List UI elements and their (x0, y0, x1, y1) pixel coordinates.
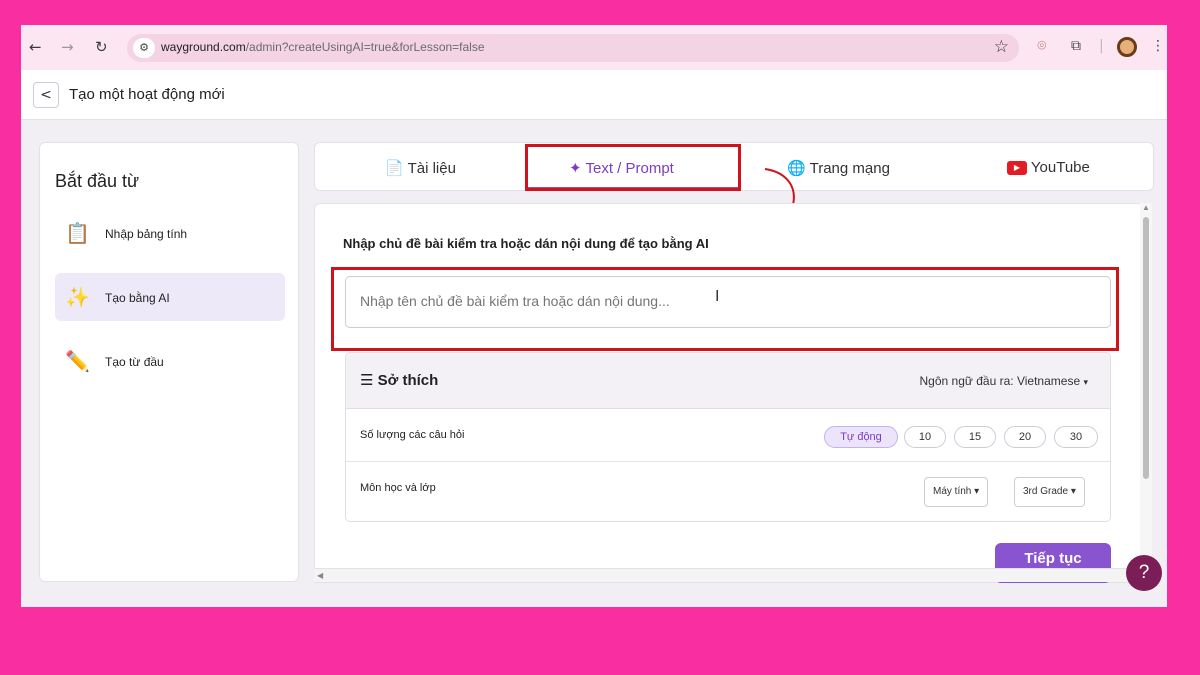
back-button[interactable]: < (33, 82, 59, 108)
prompt-label: Nhập chủ đề bài kiểm tra hoặc dán nội du… (343, 236, 709, 251)
profile-avatar[interactable] (1117, 37, 1137, 57)
scroll-left-arrow-icon[interactable]: ◀ (317, 571, 323, 580)
preferences-header: ☰ Sở thích Ngôn ngữ đầu ra: Vietnamese ▾ (346, 353, 1110, 409)
menu-kebab-icon[interactable]: ⋮ (1151, 38, 1165, 54)
preferences-title: ☰ Sở thích (360, 372, 439, 389)
highlight-box-input (331, 267, 1119, 351)
start-from-panel: Bắt đầu từ 📋 Nhập bảng tính ✨ Tạo bằng A… (39, 142, 299, 582)
output-language-select[interactable]: Ngôn ngữ đầu ra: Vietnamese ▾ (920, 374, 1088, 388)
subject-grade-label: Môn học và lớp (360, 482, 436, 494)
document-icon: 📄 (385, 160, 404, 177)
horizontal-scrollbar[interactable]: ◀ (314, 568, 1140, 582)
question-count-10[interactable]: 10 (904, 426, 946, 448)
option-import-spreadsheet[interactable]: 📋 Nhập bảng tính (55, 209, 285, 257)
scrollbar-thumb[interactable] (1143, 217, 1149, 479)
puzzle-icon[interactable]: ⧉ (1071, 38, 1081, 54)
forward-arrow-icon[interactable]: → (61, 38, 74, 56)
option-label: Tạo bằng AI (105, 291, 170, 305)
preferences-card: ☰ Sở thích Ngôn ngữ đầu ra: Vietnamese ▾… (345, 352, 1111, 522)
chevron-down-icon: ▾ (1083, 377, 1088, 387)
browser-toolbar: ← → ↻ ⚙ wayground.com/admin?createUsingA… (21, 25, 1167, 70)
site-info-icon[interactable]: ⚙ (133, 38, 155, 58)
scroll-up-arrow-icon[interactable]: ▲ (1142, 203, 1150, 212)
help-button[interactable]: ? (1126, 555, 1162, 591)
clipboard-icon: 📋 (65, 223, 90, 245)
caret-down-icon: ▾ (1070, 486, 1076, 497)
start-from-heading: Bắt đầu từ (55, 171, 140, 191)
sparkle-icon: ✨ (65, 287, 90, 309)
address-bar[interactable]: ⚙ wayground.com/admin?createUsingAI=true… (127, 34, 1019, 62)
grade-select[interactable]: 3rd Grade ▾ (1014, 477, 1085, 507)
option-label: Tạo từ đầu (105, 355, 164, 369)
tab-youtube[interactable]: ▶ YouTube (1007, 159, 1090, 176)
subject-select[interactable]: Máy tính ▾ (924, 477, 989, 507)
question-count-label: Số lượng các câu hỏi (360, 429, 465, 441)
option-create-with-ai[interactable]: ✨ Tạo bằng AI (55, 273, 285, 321)
url-text[interactable]: wayground.com/admin?createUsingAI=true&f… (161, 40, 485, 54)
subject-grade-row: Môn học và lớp Máy tính ▾ 3rd Grade ▾ (346, 462, 1110, 515)
back-arrow-icon[interactable]: ← (29, 38, 42, 56)
page-title: Tạo một hoạt động mới (69, 86, 225, 103)
ai-prompt-panel: Nhập chủ đề bài kiểm tra hoặc dán nội du… (314, 203, 1144, 583)
youtube-icon: ▶ (1007, 161, 1027, 176)
extension-icon[interactable]: ◎ (1037, 38, 1047, 51)
question-count-15[interactable]: 15 (954, 426, 996, 448)
page-header: < Tạo một hoạt động mới (21, 70, 1167, 120)
option-create-from-scratch[interactable]: ✏️ Tạo từ đầu (55, 337, 285, 385)
sliders-icon: ☰ (360, 372, 374, 389)
question-count-20[interactable]: 20 (1004, 426, 1046, 448)
option-label: Nhập bảng tính (105, 227, 188, 241)
pencil-icon: ✏️ (65, 351, 90, 373)
vertical-scrollbar[interactable]: ▲ (1140, 203, 1152, 583)
browser-window: ← → ↻ ⚙ wayground.com/admin?createUsingA… (21, 25, 1167, 607)
bookmark-star-icon[interactable]: ☆ (994, 37, 1009, 57)
question-count-auto[interactable]: Tự động (824, 426, 898, 448)
toolbar-divider: | (1099, 38, 1104, 54)
question-count-30[interactable]: 30 (1054, 426, 1098, 448)
highlight-box-tab (525, 144, 741, 191)
question-count-row: Số lượng các câu hỏi Tự động 10 15 20 30 (346, 409, 1110, 462)
tab-document[interactable]: 📄 Tài liệu (385, 159, 456, 177)
caret-down-icon: ▾ (974, 486, 980, 497)
reload-icon[interactable]: ↻ (95, 38, 108, 56)
